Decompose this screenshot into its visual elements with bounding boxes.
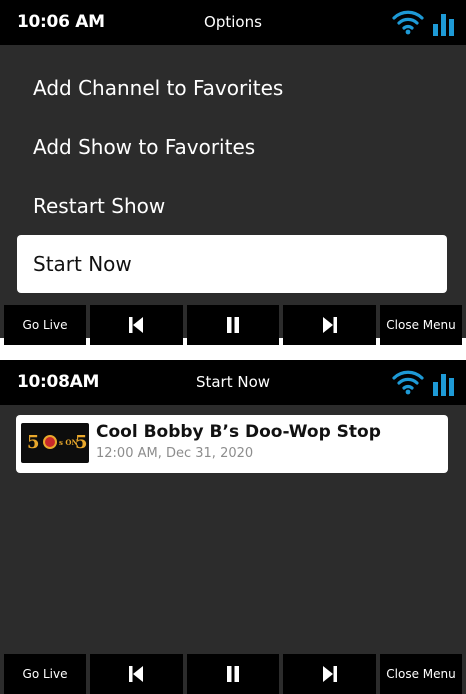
close-menu-button[interactable]: Close Menu bbox=[380, 305, 463, 345]
options-screen: 10:06 AM Options Add Channel to Favorite… bbox=[0, 0, 466, 345]
show-title: Cool Bobby B’s Doo-Wop Stop bbox=[96, 422, 381, 442]
playback-toolbar: Go Live Close Menu bbox=[0, 654, 466, 694]
menu-item-restart-show[interactable]: Restart Show bbox=[17, 177, 447, 235]
skip-forward-button[interactable] bbox=[283, 654, 377, 694]
pause-icon bbox=[227, 666, 239, 682]
pause-icon bbox=[227, 317, 239, 333]
skip-back-icon bbox=[129, 317, 144, 333]
record-disc-icon bbox=[43, 435, 57, 449]
skip-back-button[interactable] bbox=[90, 305, 183, 345]
skip-forward-icon bbox=[322, 317, 337, 333]
skip-back-icon bbox=[129, 666, 144, 682]
status-bar: 10:08AM Start Now bbox=[0, 360, 466, 405]
menu-item-start-now[interactable]: Start Now bbox=[17, 235, 447, 293]
playback-toolbar: Go Live Close Menu bbox=[0, 305, 466, 345]
go-live-button[interactable]: Go Live bbox=[4, 654, 86, 694]
skip-forward-icon bbox=[322, 666, 337, 682]
show-time: 12:00 AM, Dec 31, 2020 bbox=[96, 446, 254, 461]
wifi-icon bbox=[392, 370, 424, 395]
pause-button[interactable] bbox=[186, 654, 280, 694]
go-live-button[interactable]: Go Live bbox=[4, 305, 86, 345]
skip-forward-button[interactable] bbox=[283, 305, 377, 345]
wifi-icon bbox=[392, 10, 424, 35]
menu-item-add-show-favorites[interactable]: Add Show to Favorites bbox=[17, 118, 447, 176]
skip-back-button[interactable] bbox=[90, 654, 183, 694]
pause-button[interactable] bbox=[186, 305, 280, 345]
show-list-item[interactable]: 5 s ON 5 Cool Bobby B’s Doo-Wop Stop 12:… bbox=[16, 415, 448, 473]
menu-item-add-channel-favorites[interactable]: Add Channel to Favorites bbox=[17, 59, 447, 117]
start-now-screen: 10:08AM Start Now 5 s ON 5 Cool Bobby B’… bbox=[0, 360, 466, 694]
channel-logo: 5 s ON 5 bbox=[21, 423, 89, 463]
signal-bars-icon bbox=[433, 14, 454, 36]
status-bar: 10:06 AM Options bbox=[0, 0, 466, 45]
signal-bars-icon bbox=[433, 374, 454, 396]
close-menu-button[interactable]: Close Menu bbox=[380, 654, 463, 694]
